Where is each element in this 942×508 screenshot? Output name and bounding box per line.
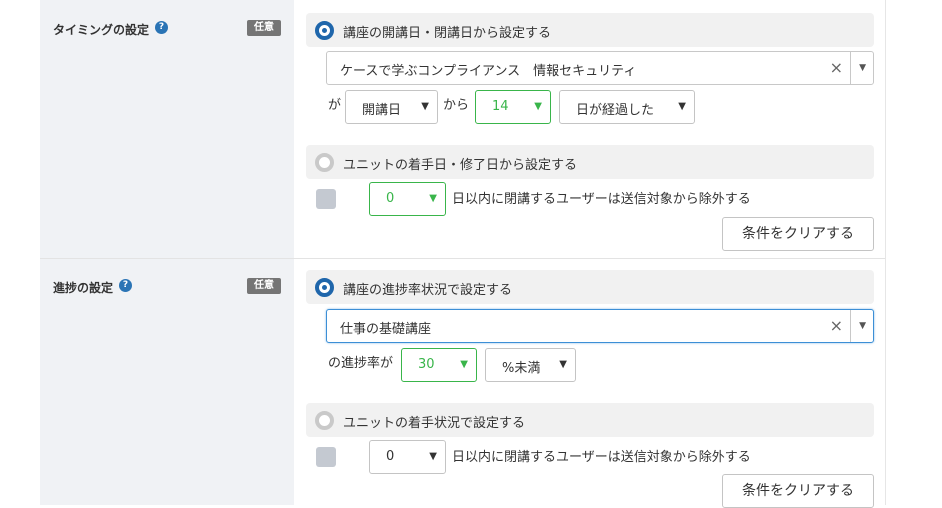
rate-select[interactable]: 30 ▼ <box>401 348 477 382</box>
chevron-down-icon: ▼ <box>429 193 437 204</box>
chevron-down-icon: ▼ <box>421 101 429 112</box>
radio-unchecked-icon[interactable] <box>315 153 334 172</box>
radio-label: ユニットの着手日・修了日から設定する <box>343 158 578 173</box>
radio-course-progress[interactable]: 講座の進捗率状況で設定する <box>306 270 874 304</box>
course-select-value: ケースで学ぶコンプライアンス 情報セキュリティ <box>340 64 637 79</box>
kara-text: から <box>443 98 470 113</box>
help-icon[interactable]: ? <box>119 279 132 292</box>
exclude-days-value: 0 <box>386 191 395 206</box>
chevron-down-icon: ▼ <box>559 359 567 370</box>
clear-conditions-button[interactable]: 条件をクリアする <box>722 217 874 251</box>
course-select[interactable]: 仕事の基礎講座 × ▼ <box>326 309 874 343</box>
right-border <box>885 0 886 505</box>
chevron-down-icon: ▼ <box>678 101 686 112</box>
chevron-down-icon: ▼ <box>534 101 542 112</box>
elapsed-select[interactable]: 日が経過した ▼ <box>559 90 695 124</box>
chevron-down-icon[interactable]: ▼ <box>859 321 866 331</box>
elapsed-select-value: 日が経過した <box>576 103 655 118</box>
radio-label: 講座の進捗率状況で設定する <box>343 283 513 298</box>
exclude-checkbox[interactable] <box>316 189 336 209</box>
radio-unchecked-icon[interactable] <box>315 411 334 430</box>
prefix-text: が <box>328 98 342 113</box>
chevron-down-icon: ▼ <box>460 359 468 370</box>
event-select-value: 開講日 <box>362 103 402 118</box>
help-icon[interactable]: ? <box>155 21 168 34</box>
days-select-value: 14 <box>492 99 509 114</box>
progress-section-title: 進捗の設定 <box>53 281 114 295</box>
rate-select-value: 30 <box>418 357 435 372</box>
event-select[interactable]: 開講日 ▼ <box>345 90 438 124</box>
radio-label: ユニットの着手状況で設定する <box>343 416 526 431</box>
exclude-checkbox[interactable] <box>316 447 336 467</box>
course-select-value: 仕事の基礎講座 <box>340 322 432 337</box>
timing-section-title: タイミングの設定 <box>53 23 150 37</box>
exclude-text: 日以内に閉講するユーザーは送信対象から除外する <box>452 450 751 465</box>
chevron-down-icon[interactable]: ▼ <box>859 63 866 73</box>
exclude-days-value: 0 <box>386 449 395 464</box>
clear-conditions-button[interactable]: 条件をクリアする <box>722 474 874 508</box>
optional-badge: 任意 <box>247 278 281 294</box>
chevron-down-icon: ▼ <box>429 451 437 462</box>
exclude-text: 日以内に閉講するユーザーは送信対象から除外する <box>452 192 751 207</box>
radio-unit-progress[interactable]: ユニットの着手状況で設定する <box>306 403 874 437</box>
label-column <box>40 0 294 505</box>
course-select[interactable]: ケースで学ぶコンプライアンス 情報セキュリティ × ▼ <box>326 51 874 85</box>
exclude-days-select[interactable]: 0 ▼ <box>369 182 446 216</box>
radio-course-dates[interactable]: 講座の開講日・閉講日から設定する <box>306 13 874 47</box>
compare-select[interactable]: %未満 ▼ <box>485 348 576 382</box>
compare-select-value: %未満 <box>502 361 541 376</box>
radio-label: 講座の開講日・閉講日から設定する <box>343 26 552 41</box>
rate-prefix-text: の進捗率が <box>328 356 394 371</box>
clear-icon[interactable]: × <box>830 316 843 335</box>
radio-unit-dates[interactable]: ユニットの着手日・修了日から設定する <box>306 145 874 179</box>
combo-divider <box>850 310 851 342</box>
days-select[interactable]: 14 ▼ <box>475 90 551 124</box>
exclude-days-select[interactable]: 0 ▼ <box>369 440 446 474</box>
combo-divider <box>850 52 851 84</box>
optional-badge: 任意 <box>247 20 281 36</box>
radio-checked-icon[interactable] <box>315 278 334 297</box>
radio-checked-icon[interactable] <box>315 21 334 40</box>
section-divider <box>40 258 886 259</box>
clear-icon[interactable]: × <box>830 58 843 77</box>
